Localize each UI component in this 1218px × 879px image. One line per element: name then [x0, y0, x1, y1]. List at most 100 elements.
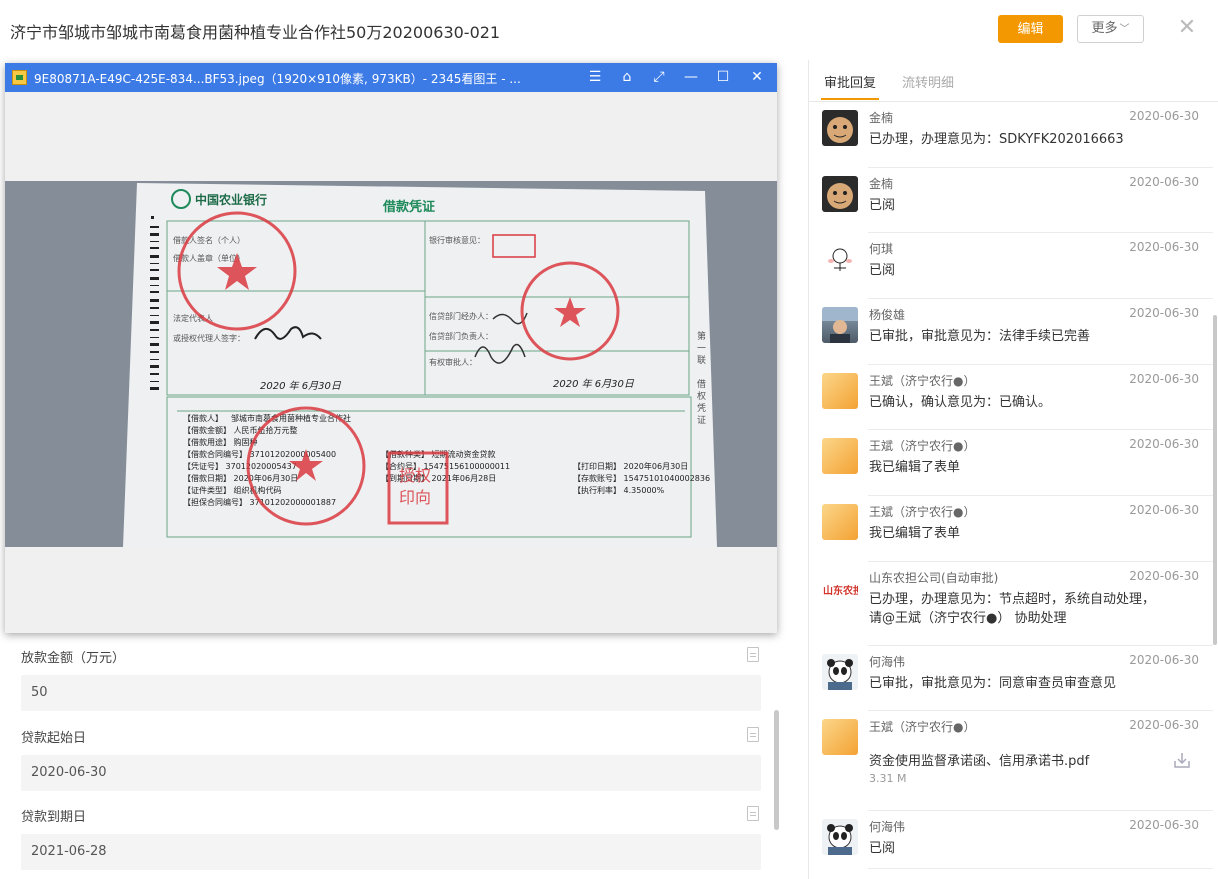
record-date: 2020-06-30 [1129, 503, 1199, 517]
record-date: 2020-06-30 [1129, 437, 1199, 451]
svg-text:借: 借 [697, 378, 706, 390]
svg-text:【打印日期】 2020年06月30日: 【打印日期】 2020年06月30日 [573, 461, 688, 471]
shirt-icon[interactable]: ⌂ [617, 68, 637, 87]
record-author: 王斌（济宁农行●） [869, 720, 976, 734]
record-comment: 已办理，办理意见为：节点超时，系统自动处理， [869, 592, 1156, 607]
field-label: 贷款到期日 [21, 810, 87, 825]
maximize-icon[interactable]: ☐ [713, 68, 733, 87]
svg-text:第: 第 [697, 330, 706, 342]
record-comment: 我已编辑了表单 [869, 460, 961, 475]
viewer-title: 9E80871A-E49C-425E-834...BF53.jpeg（1920×… [34, 72, 521, 86]
avatar[interactable] [822, 176, 858, 212]
app-icon [12, 70, 27, 85]
right-scrollbar[interactable] [1213, 315, 1217, 645]
start-date-input[interactable]: 2020-06-30 [21, 755, 761, 791]
more-button[interactable]: 更多 ﹀ [1077, 15, 1144, 43]
left-scrollbar[interactable] [774, 710, 779, 830]
svg-text:【借款日期】 2020年06月30日: 【借款日期】 2020年06月30日 [183, 473, 298, 483]
approval-record: 王斌（济宁农行●） 2020-06-30 已确认，确认意见为：已确认。 [810, 369, 1213, 429]
svg-text:2020 年 6月30日: 2020 年 6月30日 [553, 378, 635, 390]
record-author: 何海伟 [869, 820, 906, 834]
approval-record: 何琪 2020-06-30 已阅 [810, 237, 1213, 297]
fullscreen-icon[interactable]: ⤢ [649, 68, 669, 87]
svg-text:银行审核意见：: 银行审核意见： [429, 235, 485, 245]
avatar[interactable] [822, 819, 858, 855]
tab-approval-reply[interactable]: 审批回复 [824, 72, 876, 91]
svg-text:信贷部门负责人：: 信贷部门负责人： [429, 331, 493, 341]
page-title: 济宁市邹城市邹城市南葛食用菌种植专业合作社50万20200630-021 [10, 23, 501, 42]
close-icon[interactable]: ✕ [747, 68, 767, 87]
svg-text:【借款人】: 【借款人】 [183, 413, 223, 423]
svg-text:借款人签名（个人）: 借款人签名（个人） [173, 235, 245, 245]
record-date: 2020-06-30 [1129, 306, 1199, 320]
avatar[interactable] [822, 110, 858, 146]
record-divider [868, 298, 1213, 299]
record-date: 2020-06-30 [1129, 653, 1199, 667]
tab-flow-detail[interactable]: 流转明细 [902, 72, 954, 91]
approval-record: 金楠 2020-06-30 已阅 [810, 172, 1213, 232]
svg-text:一: 一 [697, 344, 706, 354]
avatar[interactable] [822, 438, 858, 474]
approval-record: 王斌（济宁农行●） 2020-06-30 资金使用监督承诺函、信用承诺书.pdf 3.… [810, 715, 1213, 785]
menu-icon[interactable]: ☰ [585, 68, 605, 87]
loan-voucher-photo: 中国农业银行 借款凭证 借款人签名（个人） 借款人盖章（单位） 法定代表人 或授… [5, 181, 777, 547]
record-comment-line2: 请@王斌（济宁农行●） 协助处理 [869, 611, 1067, 626]
avatar[interactable] [822, 654, 858, 690]
record-date: 2020-06-30 [1129, 818, 1199, 832]
approval-record: 杨俊雄 2020-06-30 已审批，审批意见为：法律手续已完善 [810, 303, 1213, 363]
avatar[interactable] [822, 504, 858, 540]
svg-text:权: 权 [697, 390, 706, 402]
record-divider [868, 645, 1213, 646]
download-icon[interactable] [1173, 751, 1191, 769]
document-icon[interactable] [747, 727, 759, 742]
record-date: 2020-06-30 [1129, 372, 1199, 386]
svg-text:联: 联 [697, 355, 706, 366]
record-author: 王斌（济宁农行●） [869, 505, 976, 519]
avatar[interactable] [822, 307, 858, 343]
minimize-icon[interactable]: — [681, 68, 701, 87]
record-divider [868, 810, 1213, 811]
active-tab-indicator [821, 98, 879, 100]
avatar[interactable] [822, 373, 858, 409]
form-field-loan-amount: 放款金额（万元） 50 [21, 647, 761, 711]
close-icon[interactable]: ✕ [1176, 17, 1198, 39]
document-icon[interactable] [747, 806, 759, 821]
edit-button[interactable]: 编辑 [998, 15, 1063, 43]
image-viewer-window: 9E80871A-E49C-425E-834...BF53.jpeg（1920×… [5, 63, 777, 633]
record-comment: 已审批，审批意见为：法律手续已完善 [869, 329, 1091, 344]
record-author: 金楠 [869, 177, 894, 191]
svg-text:山东农担: 山东农担 [823, 584, 858, 597]
record-author: 山东农担公司(自动审批) [869, 571, 999, 585]
pane-divider [808, 60, 809, 879]
loan-amount-input[interactable]: 50 [21, 675, 761, 711]
record-divider [868, 232, 1213, 233]
svg-text:【借款合同编号】 37101202000005400: 【借款合同编号】 37101202000005400 [183, 449, 336, 459]
voucher-title: 借款凭证 [382, 199, 435, 215]
approval-record: 何海伟 2020-06-30 已审批，审批意见为：同意审查员审查意见 [810, 650, 1213, 710]
record-date: 2020-06-30 [1129, 109, 1199, 123]
attachment-size: 3.31 M [869, 772, 907, 785]
document-icon[interactable] [747, 647, 759, 662]
svg-text:信贷部门经办人：: 信贷部门经办人： [429, 311, 493, 321]
record-divider [868, 429, 1213, 430]
approval-record: 王斌（济宁农行●） 2020-06-30 我已编辑了表单 [810, 500, 1213, 560]
avatar[interactable]: 山东农担 [822, 570, 858, 606]
svg-text:印向: 印向 [399, 488, 431, 507]
field-label: 放款金额（万元） [21, 651, 126, 666]
record-comment: 已确认，确认意见为：已确认。 [869, 395, 1052, 410]
viewer-titlebar[interactable]: 9E80871A-E49C-425E-834...BF53.jpeg（1920×… [5, 63, 777, 92]
record-date: 2020-06-30 [1129, 175, 1199, 189]
record-author: 王斌（济宁农行●） [869, 374, 976, 388]
record-comment: 已审批，审批意见为：同意审查员审查意见 [869, 676, 1117, 691]
record-divider [868, 868, 1213, 869]
record-divider [868, 167, 1213, 168]
avatar[interactable] [822, 241, 858, 277]
attachment-link[interactable]: 资金使用监督承诺函、信用承诺书.pdf [869, 752, 1199, 771]
end-date-input[interactable]: 2021-06-28 [21, 834, 761, 870]
record-comment: 已阅 [869, 198, 896, 213]
avatar[interactable] [822, 719, 858, 755]
chevron-down-icon: ﹀ [1119, 24, 1130, 35]
record-divider [868, 561, 1213, 562]
record-comment: 我已编辑了表单 [869, 526, 961, 541]
record-date: 2020-06-30 [1129, 240, 1199, 254]
